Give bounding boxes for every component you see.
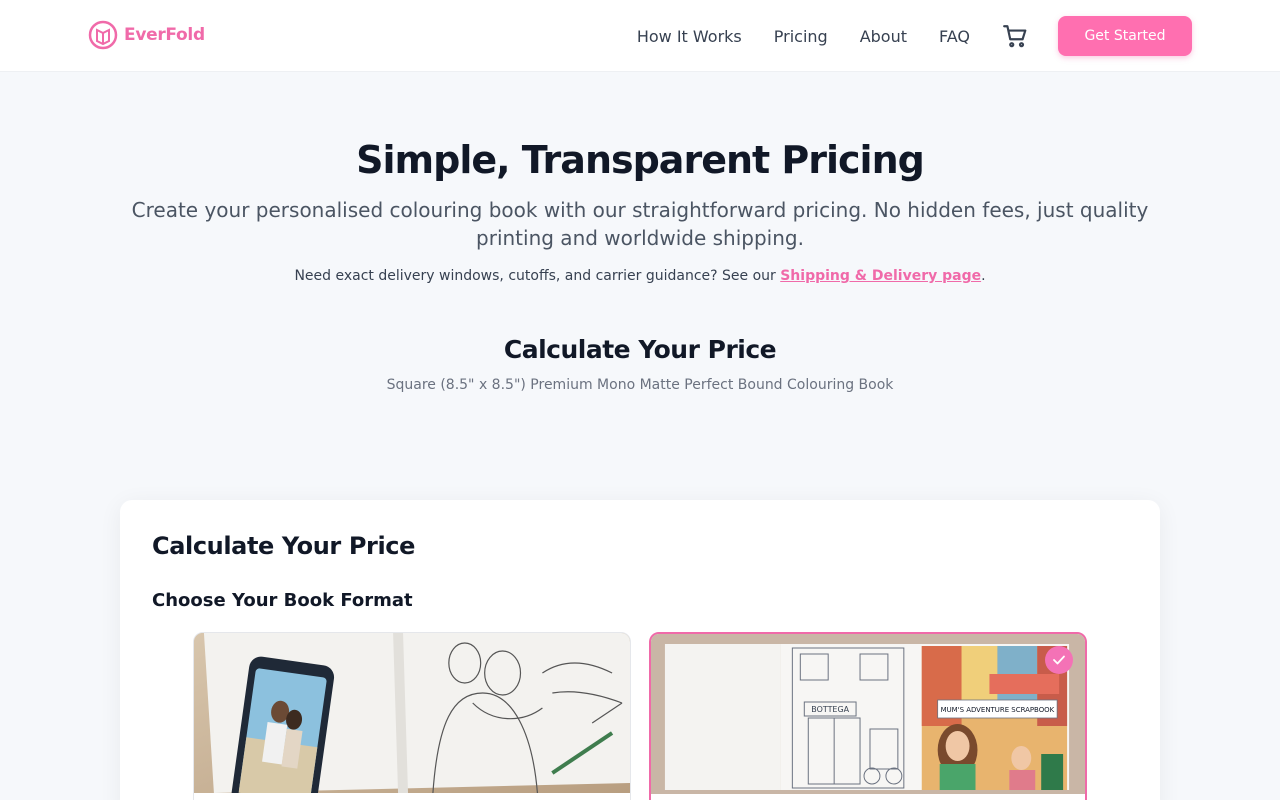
logo-text: EverFold xyxy=(124,25,205,45)
nav-how-it-works[interactable]: How It Works xyxy=(637,27,742,46)
format-heading: Choose Your Book Format xyxy=(152,590,413,611)
selected-check-icon xyxy=(1045,646,1073,674)
shipping-note-end: . xyxy=(981,268,986,284)
product-description: Square (8.5" x 8.5") Premium Mono Matte … xyxy=(386,377,894,393)
format-option-portrait[interactable] xyxy=(193,632,631,800)
scrapbook-title-text: MUM'S ADVENTURE SCRAPBOOK xyxy=(941,706,1055,714)
site-header: EverFold How It Works Pricing About FAQ … xyxy=(0,0,1280,72)
scrapbook-colouring-image: BOTTEGA MUM'S ADVENTURE SCRAPBOOK xyxy=(651,634,1085,794)
shipping-note: Need exact delivery windows, cutoffs, an… xyxy=(0,268,1280,284)
logo[interactable]: EverFold xyxy=(88,20,205,50)
format-option-scrapbook[interactable]: BOTTEGA MUM'S ADVENTURE SCRAPBOOK xyxy=(649,632,1087,800)
main-nav: How It Works Pricing About FAQ Get Start… xyxy=(637,16,1192,56)
price-calculator-card: Calculate Your Price Choose Your Book Fo… xyxy=(120,500,1160,800)
card-title: Calculate Your Price xyxy=(152,532,415,560)
page-subtitle: Create your personalised colouring book … xyxy=(131,198,1149,250)
logo-icon xyxy=(88,20,118,50)
page-title: Simple, Transparent Pricing xyxy=(356,138,925,182)
nav-faq[interactable]: FAQ xyxy=(939,27,970,46)
shop-sign-text: BOTTEGA xyxy=(811,705,849,714)
nav-pricing[interactable]: Pricing xyxy=(774,27,828,46)
get-started-button[interactable]: Get Started xyxy=(1058,16,1192,56)
shipping-delivery-link[interactable]: Shipping & Delivery page xyxy=(780,268,981,284)
nav-about[interactable]: About xyxy=(860,27,907,46)
calculator-heading: Calculate Your Price xyxy=(503,335,777,364)
cart-icon[interactable] xyxy=(1002,23,1028,49)
shipping-note-text: Need exact delivery windows, cutoffs, an… xyxy=(294,268,781,284)
couple-colouring-image xyxy=(194,633,630,793)
